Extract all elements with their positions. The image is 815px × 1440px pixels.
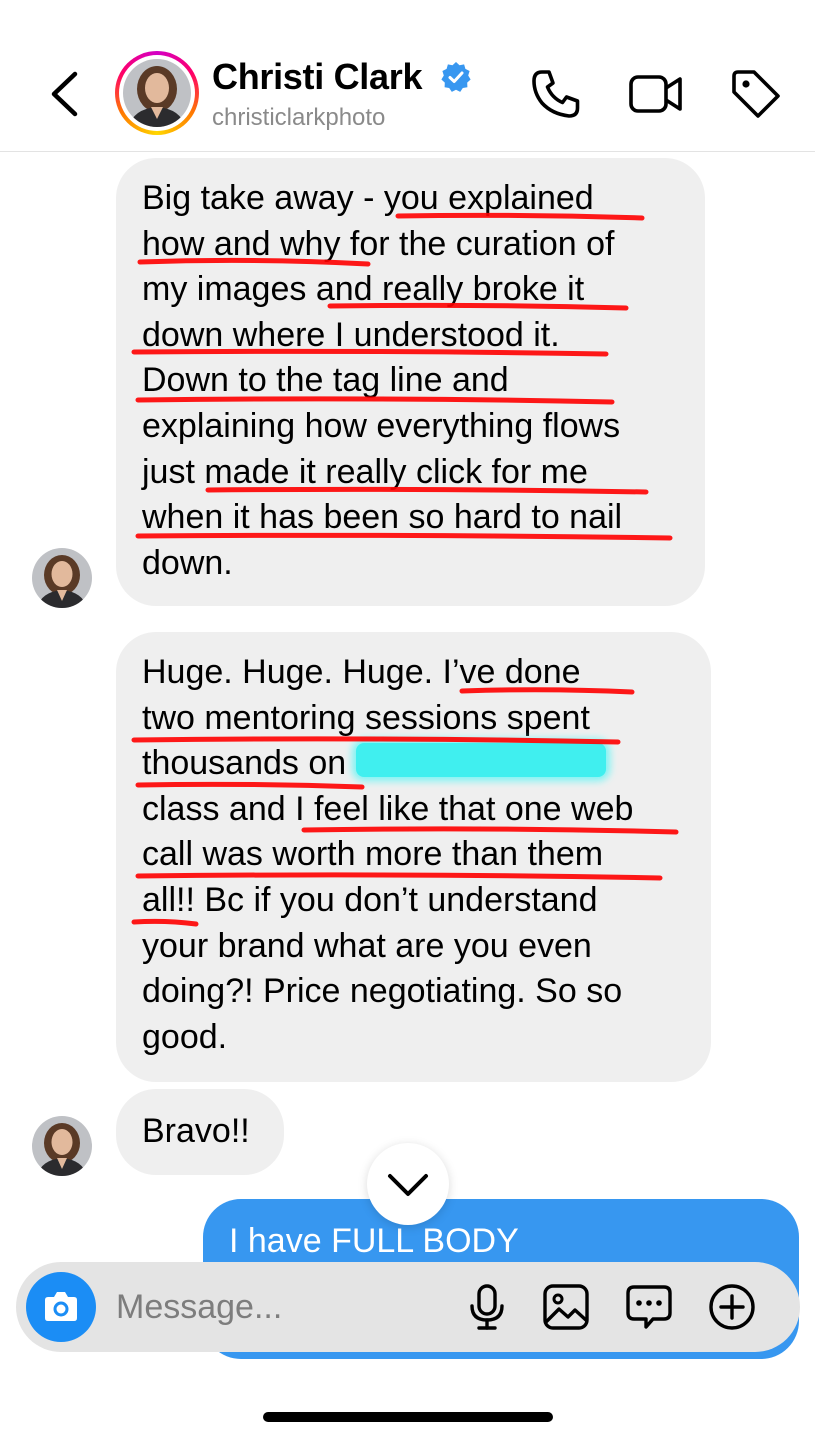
plus-icon xyxy=(709,1284,755,1330)
voice-message-button[interactable] xyxy=(462,1282,512,1332)
message-line: how and why for the curation of xyxy=(142,224,615,263)
message-text: thousands on xyxy=(142,744,347,783)
sticker-button[interactable] xyxy=(624,1282,674,1332)
message-line: down. xyxy=(142,543,233,582)
message-composer xyxy=(16,1262,800,1352)
avatar-photo xyxy=(32,548,92,608)
message-line: when it has been so hard to nail xyxy=(142,498,623,537)
message-line: doing?! Price negotiating. So so xyxy=(142,972,623,1011)
camera-button[interactable] xyxy=(26,1272,96,1342)
message-line: down where I understood it. xyxy=(142,315,560,354)
message-input[interactable] xyxy=(116,1284,436,1330)
message-line: Big take away - you explained xyxy=(142,179,594,217)
gallery-icon xyxy=(543,1284,589,1330)
chat-header: Christi Clark christiclarkphoto xyxy=(0,0,815,152)
sender-avatar[interactable] xyxy=(32,1116,92,1176)
sender-avatar[interactable] xyxy=(32,548,92,608)
message-bubble-incoming[interactable]: Huge. Huge. Huge. I’ve done two mentorin… xyxy=(116,632,711,1082)
message-line: all!! Bc if you don’t understand xyxy=(142,880,598,919)
video-camera-icon xyxy=(629,75,682,113)
message-line: Huge. Huge. Huge. I’ve done xyxy=(142,653,581,691)
message-line: good. xyxy=(142,1017,228,1056)
back-button[interactable] xyxy=(42,66,90,122)
sticker-icon xyxy=(626,1285,672,1329)
back-chevron-icon xyxy=(51,71,78,117)
phone-icon xyxy=(532,70,580,118)
message-line: two mentoring sessions spent xyxy=(142,698,590,737)
video-call-button[interactable] xyxy=(628,66,684,122)
voice-call-button[interactable] xyxy=(528,66,584,122)
avatar-photo xyxy=(123,59,191,127)
message-line: explaining how everything flows xyxy=(142,406,621,445)
gallery-button[interactable] xyxy=(541,1282,591,1332)
message-line: I have FULL BODY xyxy=(229,1222,519,1260)
message-line: Bravo!! xyxy=(142,1112,250,1150)
contact-avatar[interactable] xyxy=(115,51,199,135)
tag-button[interactable] xyxy=(728,66,784,122)
home-indicator[interactable] xyxy=(263,1412,553,1422)
message-line: your brand what are you even xyxy=(142,926,592,965)
message-line: class and I feel like that one web xyxy=(142,789,634,828)
message-line: call was worth more than them xyxy=(142,835,604,874)
chevron-down-icon xyxy=(388,1174,428,1196)
message-line: Down to the tag line and xyxy=(142,361,509,400)
redaction-highlight xyxy=(355,743,606,778)
message-bubble-incoming[interactable]: Bravo!! xyxy=(116,1089,284,1175)
message-line: just made it really click for me xyxy=(142,452,588,491)
contact-username[interactable]: christiclarkphoto xyxy=(212,104,385,132)
tag-icon xyxy=(732,70,780,118)
camera-icon xyxy=(45,1292,77,1321)
contact-name[interactable]: Christi Clark xyxy=(212,56,422,98)
message-line-with-redaction: thousands on xyxy=(142,741,685,787)
message-bubble-incoming[interactable]: Big take away - you explained how and wh… xyxy=(116,158,705,606)
more-options-button[interactable] xyxy=(707,1282,757,1332)
message-line: my images and really broke it xyxy=(142,270,585,309)
avatar-photo xyxy=(32,1116,92,1176)
microphone-icon xyxy=(470,1284,504,1330)
verified-badge-icon xyxy=(441,62,471,92)
scroll-to-bottom-button[interactable] xyxy=(367,1143,449,1225)
